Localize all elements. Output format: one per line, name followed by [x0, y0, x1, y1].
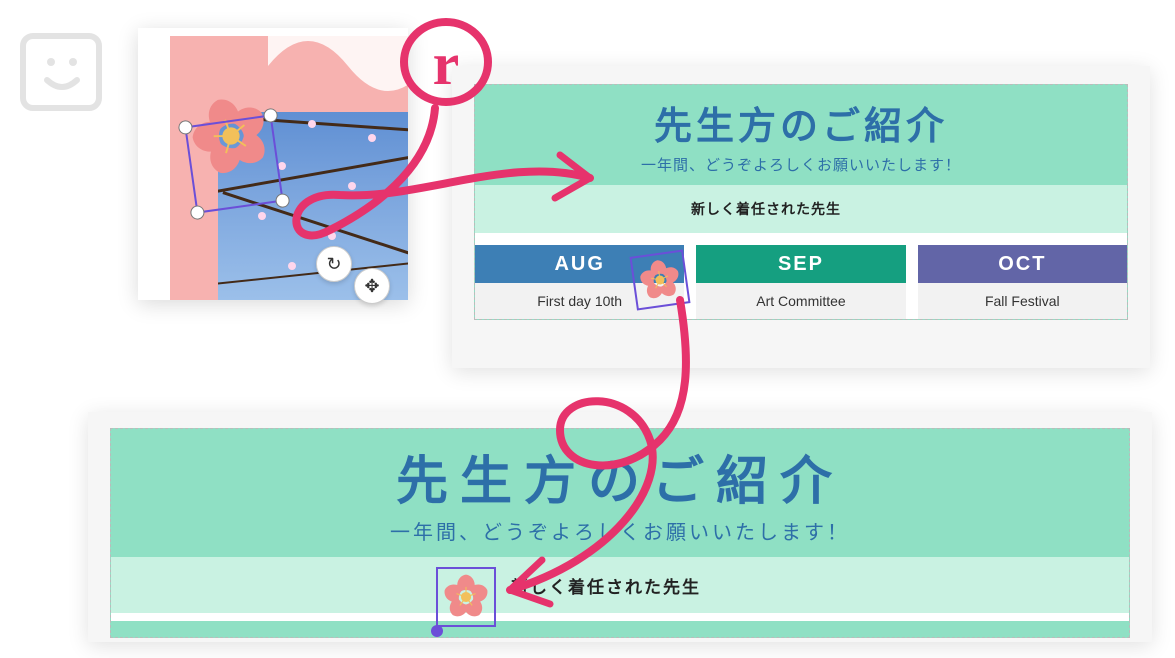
sakura-icon[interactable] [436, 567, 496, 627]
editor-canvas-panel: ↻ ✥ [138, 28, 408, 300]
teachers-intro-panel-large: 先生方のご紹介 一年間、どうぞよろしくお願いいたします！ 新しく着任された先生 [88, 412, 1152, 642]
month-header-sep: SEP [696, 245, 905, 283]
month-event: Art Committee [696, 283, 905, 319]
new-teachers-label: 新しく着任された先生 [691, 199, 841, 219]
months-row: AUG First day 10th SEP Art Committee OCT… [475, 245, 1127, 319]
selection-box[interactable] [184, 114, 283, 213]
panel3-content: 先生方のご紹介 一年間、どうぞよろしくお願いいたします！ 新しく着任された先生 [110, 428, 1130, 638]
sakura-icon[interactable] [630, 250, 691, 311]
new-teachers-label-large: 新しく着任された先生 [511, 573, 701, 598]
intro-title-large: 先生方のご紹介 [111, 439, 1129, 514]
month-column: OCT Fall Festival [918, 245, 1127, 319]
move-tool-button[interactable]: ✥ [354, 268, 390, 304]
wave-decoration [268, 36, 408, 116]
intro-subtitle-large: 一年間、どうぞよろしくお願いいたします！ [111, 516, 1129, 545]
smiley-doodle [15, 22, 115, 122]
intro-title: 先生方のご紹介 [475, 95, 1127, 150]
rotate-tool-button[interactable]: ↻ [316, 246, 352, 282]
teachers-intro-panel-small: 先生方のご紹介 一年間、どうぞよろしくお願いいたします！ 新しく着任された先生 … [452, 66, 1150, 368]
rotate-icon: ↻ [326, 254, 341, 275]
move-icon: ✥ [364, 276, 379, 297]
month-header-oct: OCT [918, 245, 1127, 283]
intro-subtitle: 一年間、どうぞよろしくお願いいたします！ [475, 154, 1127, 175]
new-teachers-band-large: 新しく着任された先生 [111, 557, 1129, 613]
month-event: Fall Festival [918, 283, 1127, 319]
new-teachers-band: 新しく着任された先生 [475, 185, 1127, 233]
selection-rotate-handle[interactable] [431, 625, 443, 637]
month-column: SEP Art Committee [696, 245, 905, 319]
panel2-content: 先生方のご紹介 一年間、どうぞよろしくお願いいたします！ 新しく着任された先生 … [474, 84, 1128, 320]
